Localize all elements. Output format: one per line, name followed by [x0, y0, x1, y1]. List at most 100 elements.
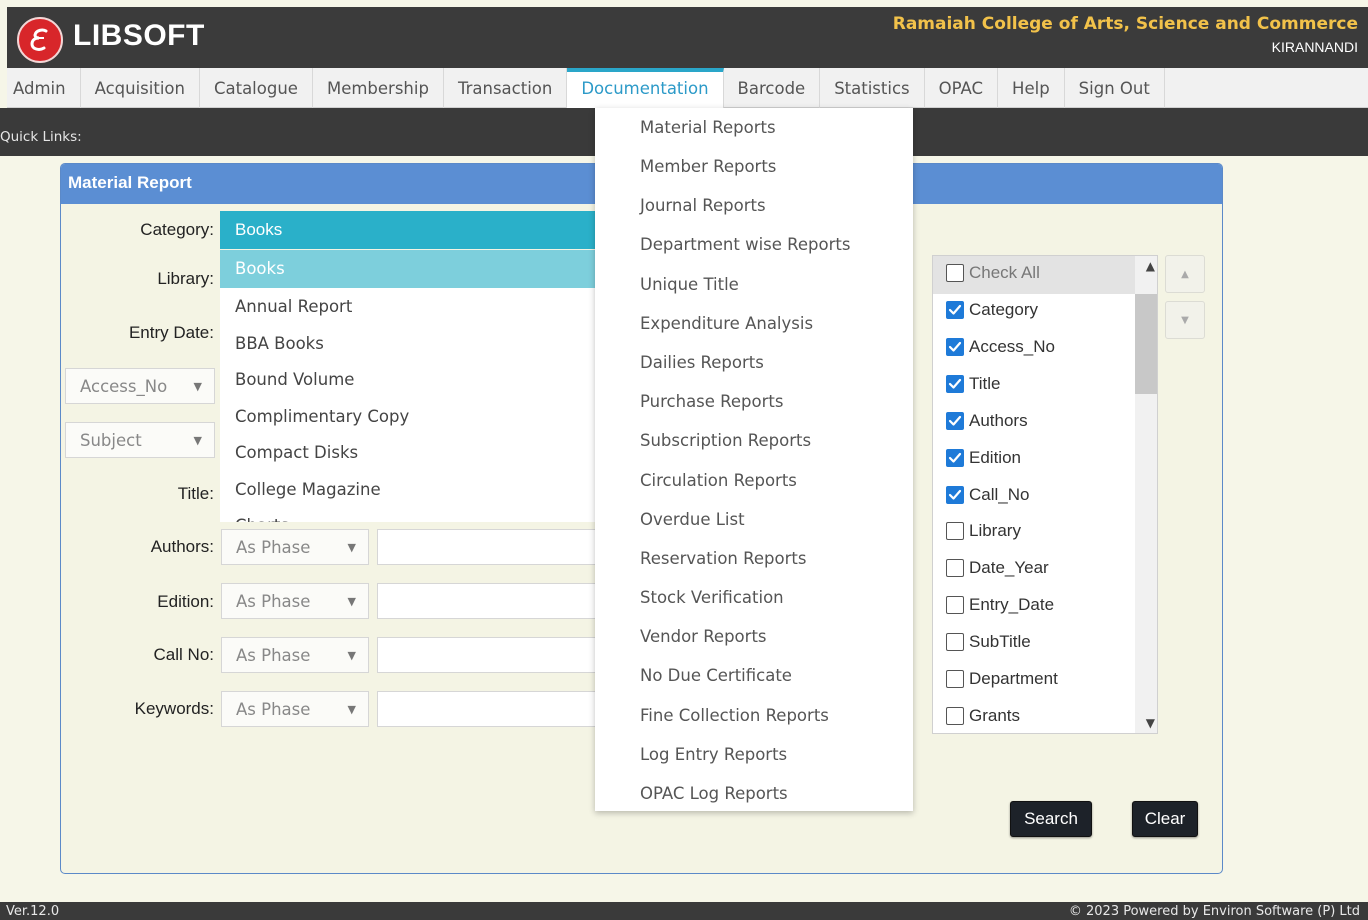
checkbox-unchecked-icon[interactable] — [946, 670, 964, 688]
column-option-row[interactable]: Department — [946, 669, 1058, 689]
edition-match-select[interactable]: As Phase ▼ — [221, 583, 369, 619]
category-option[interactable]: College Magazine — [220, 471, 596, 508]
field-select-subject[interactable]: Subject ▼ — [65, 422, 215, 458]
main-nav: Admin Acquisition Catalogue Membership T… — [7, 68, 1368, 108]
checkbox-checked-icon[interactable] — [946, 301, 964, 319]
checkmark-icon — [948, 452, 962, 463]
move-up-button[interactable]: ▲ — [1165, 255, 1205, 293]
check-all-row[interactable]: Check All — [946, 263, 1040, 283]
nav-sign-out[interactable]: Sign Out — [1065, 68, 1165, 108]
documentation-menu-item[interactable]: Department wise Reports — [595, 225, 913, 264]
nav-admin[interactable]: Admin — [7, 68, 81, 108]
documentation-menu-item[interactable]: Subscription Reports — [595, 421, 913, 460]
nav-documentation[interactable]: Documentation — [567, 68, 724, 108]
category-option[interactable]: Bound Volume — [220, 361, 596, 398]
keywords-match-select[interactable]: As Phase ▼ — [221, 691, 369, 727]
documentation-menu-item[interactable]: Vendor Reports — [595, 617, 913, 656]
column-option-row[interactable]: Date_Year — [946, 558, 1049, 578]
checkbox-unchecked-icon[interactable] — [946, 559, 964, 578]
documentation-menu-item[interactable]: Log Entry Reports — [595, 735, 913, 774]
column-option-label: Edition — [969, 447, 1021, 467]
column-option-row[interactable]: Authors — [946, 411, 1028, 431]
category-option[interactable]: Complimentary Copy — [220, 398, 596, 435]
checkbox-unchecked-icon[interactable] — [946, 633, 964, 652]
copyright-text: © 2023 Powered by Environ Software (P) L… — [1068, 904, 1360, 919]
column-option-row[interactable]: Access_No — [946, 337, 1055, 357]
documentation-dropdown: Material Reports Member Reports Journal Re… — [595, 108, 913, 811]
nav-acquisition[interactable]: Acquisition — [81, 68, 200, 108]
nav-statistics[interactable]: Statistics — [820, 68, 925, 108]
call-no-match-select[interactable]: As Phase ▼ — [221, 637, 369, 673]
keywords-input[interactable] — [377, 691, 597, 727]
category-select[interactable]: Books — [220, 211, 596, 249]
library-label: Library: — [157, 269, 214, 288]
column-option-label: Grants — [969, 705, 1021, 725]
nav-membership[interactable]: Membership — [313, 68, 444, 108]
column-option-row[interactable]: Grants — [946, 706, 1020, 726]
chevron-down-icon: ▼ — [347, 703, 356, 716]
brand-name: LIBSOFT — [73, 19, 205, 52]
column-option-row[interactable]: Category — [946, 300, 1038, 320]
authors-match-select[interactable]: As Phase ▼ — [221, 529, 369, 565]
nav-catalogue[interactable]: Catalogue — [200, 68, 313, 108]
checkbox-checked-icon[interactable] — [946, 448, 964, 467]
column-option-row[interactable]: Call_No — [946, 485, 1029, 505]
version-text: Ver.12.0 — [6, 904, 60, 919]
documentation-menu-item[interactable]: Member Reports — [595, 147, 913, 186]
column-option-label: Call_No — [969, 484, 1030, 504]
documentation-items: Material Reports Member Reports Journal Re… — [595, 108, 913, 813]
field-select-access-no[interactable]: Access_No ▼ — [65, 368, 215, 404]
documentation-menu-item[interactable]: Dailies Reports — [595, 343, 913, 382]
documentation-menu-item[interactable]: Reservation Reports — [595, 539, 913, 578]
category-option[interactable]: Annual Report — [220, 288, 596, 325]
column-option-row[interactable]: Entry_Date — [946, 595, 1054, 615]
column-option-label: Access_No — [969, 336, 1055, 356]
category-option[interactable]: BBA Books — [220, 325, 596, 362]
column-option-row[interactable]: Library — [946, 521, 1021, 541]
scroll-up-icon[interactable]: ▲ — [1146, 259, 1155, 273]
documentation-menu-item[interactable]: No Due Certificate — [595, 656, 913, 695]
column-option-row[interactable]: Title — [946, 374, 1001, 394]
checkbox-checked-icon[interactable] — [946, 337, 964, 356]
category-option[interactable]: Books — [220, 250, 596, 288]
move-down-button[interactable]: ▼ — [1165, 301, 1205, 339]
column-chooser-scrollbar[interactable]: ▲ ▼ — [1135, 256, 1157, 733]
documentation-menu-item[interactable]: Journal Reports — [595, 186, 913, 225]
authors-label: Authors: — [150, 537, 214, 556]
edition-input[interactable] — [377, 583, 597, 619]
checkbox-unchecked-icon[interactable] — [946, 596, 964, 615]
documentation-menu-item[interactable]: Expenditure Analysis — [595, 304, 913, 343]
documentation-menu-item[interactable]: Fine Collection Reports — [595, 696, 913, 735]
documentation-menu-item[interactable]: Overdue List — [595, 500, 913, 539]
nav-help[interactable]: Help — [998, 68, 1065, 108]
checkbox-checked-icon[interactable] — [946, 411, 964, 430]
documentation-menu-item[interactable]: Stock Verification — [595, 578, 913, 617]
authors-input[interactable] — [377, 529, 597, 565]
documentation-menu-item[interactable]: Purchase Reports — [595, 382, 913, 421]
scroll-down-icon[interactable]: ▼ — [1146, 716, 1155, 730]
documentation-menu-item[interactable]: Circulation Reports — [595, 461, 913, 500]
checkbox-unchecked-icon[interactable] — [946, 522, 964, 541]
category-option[interactable]: Compact Disks — [220, 434, 596, 471]
edition-label: Edition: — [157, 592, 214, 611]
call-no-input[interactable] — [377, 637, 597, 673]
category-option[interactable]: Charts — [220, 507, 596, 522]
scroll-thumb[interactable] — [1135, 294, 1157, 394]
checkbox-unchecked-icon[interactable] — [946, 264, 964, 282]
column-option-label: Department — [969, 669, 1058, 688]
checkbox-unchecked-icon[interactable] — [946, 706, 964, 725]
checkbox-checked-icon[interactable] — [946, 374, 964, 393]
nav-transaction[interactable]: Transaction — [444, 68, 568, 108]
documentation-menu-item[interactable]: Material Reports — [595, 108, 913, 147]
column-option-row[interactable]: Edition — [946, 448, 1021, 468]
documentation-menu-item[interactable]: Unique Title — [595, 265, 913, 304]
nav-opac[interactable]: OPAC — [925, 68, 999, 108]
call-no-label: Call No: — [153, 645, 214, 664]
checkbox-checked-icon[interactable] — [946, 485, 964, 504]
search-button[interactable]: Search — [1010, 801, 1092, 837]
clear-button[interactable]: Clear — [1132, 801, 1198, 837]
nav-barcode[interactable]: Barcode — [724, 68, 821, 108]
checkmark-icon — [948, 378, 962, 389]
column-option-row[interactable]: SubTitle — [946, 632, 1031, 652]
documentation-menu-item[interactable]: OPAC Log Reports — [595, 774, 913, 813]
